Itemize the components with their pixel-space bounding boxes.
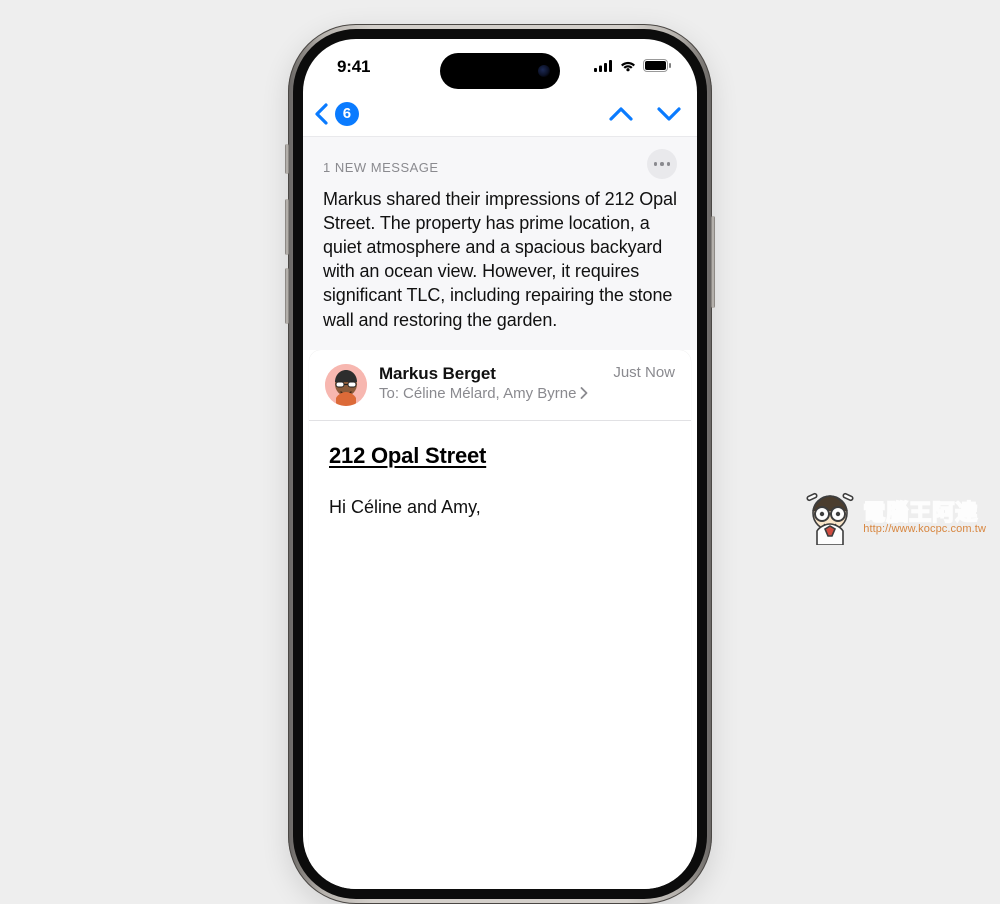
watermark: 電腦王阿達 http://www.kocpc.com.tw	[805, 491, 986, 545]
status-time: 9:41	[337, 57, 370, 77]
nav-bar: 6	[303, 95, 697, 137]
phone-frame: 9:41	[288, 24, 712, 904]
phone-bezel: 9:41	[293, 29, 707, 899]
summary-label: 1 NEW MESSAGE	[323, 160, 439, 175]
watermark-title: 電腦王阿達	[863, 502, 986, 524]
summary-section: 1 NEW MESSAGE Markus shared their impres…	[303, 137, 697, 350]
watermark-mascot-icon	[805, 491, 855, 545]
more-button[interactable]	[647, 149, 677, 179]
unread-badge: 6	[335, 102, 359, 126]
side-button-action	[285, 144, 289, 174]
message-header[interactable]: Markus Berget To: Céline Mélard, Amy Byr…	[309, 350, 691, 421]
side-button-power	[711, 216, 715, 308]
body-greeting: Hi Céline and Amy,	[329, 495, 671, 519]
nav-back-area[interactable]: 6	[313, 102, 359, 126]
recipients: Céline Mélard, Amy Byrne	[403, 385, 576, 402]
message-body: 212 Opal Street Hi Céline and Amy,	[309, 421, 691, 519]
cellular-icon	[594, 60, 613, 72]
next-message-button[interactable]	[657, 106, 681, 122]
recipients-line[interactable]: To: Céline Mélard, Amy Byrne	[379, 385, 675, 402]
message-card: Markus Berget To: Céline Mélard, Amy Byr…	[309, 350, 691, 889]
timestamp: Just Now	[613, 364, 675, 381]
status-icons	[594, 59, 671, 72]
battery-icon	[643, 59, 671, 72]
side-button-volume-down	[285, 268, 289, 324]
to-label: To:	[379, 385, 399, 402]
back-chevron-icon[interactable]	[313, 103, 329, 125]
ellipsis-icon	[654, 162, 658, 166]
side-button-volume-up	[285, 199, 289, 255]
screen: 9:41	[303, 39, 697, 889]
summary-text: Markus shared their impressions of 212 O…	[323, 187, 677, 332]
status-bar: 9:41	[303, 39, 697, 95]
subject: 212 Opal Street	[329, 443, 671, 469]
avatar[interactable]	[325, 364, 367, 406]
wifi-icon	[619, 60, 637, 72]
chevron-right-icon	[580, 387, 588, 399]
prev-message-button[interactable]	[609, 106, 633, 122]
watermark-url: http://www.kocpc.com.tw	[863, 524, 986, 535]
avatar-memoji-icon	[325, 364, 367, 406]
